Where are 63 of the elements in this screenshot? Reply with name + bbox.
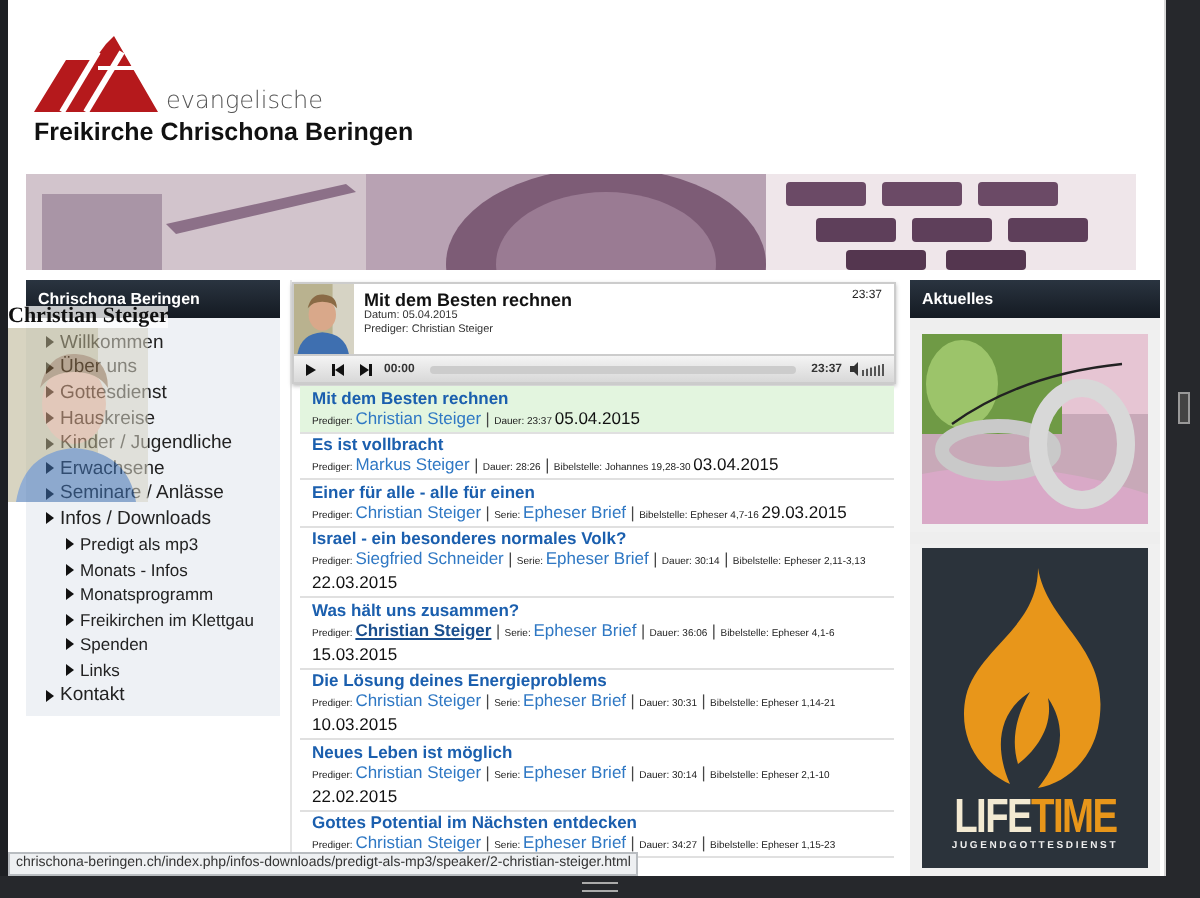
triangle-bullet-icon: [66, 588, 74, 601]
triangle-bullet-icon: [66, 664, 74, 677]
triangle-bullet-icon: [46, 689, 54, 702]
play-button[interactable]: [302, 363, 320, 375]
sermon-title[interactable]: Was hält uns zusammen?: [312, 599, 886, 619]
sermon-title[interactable]: Neues Leben ist möglich: [312, 741, 886, 761]
tooltip-name: Christian Steiger: [8, 306, 169, 328]
meta-link[interactable]: Epheser Brief: [545, 548, 649, 568]
nav-link[interactable]: Hauskreise: [26, 405, 280, 431]
sermon-title[interactable]: Israel - ein besonderes normales Volk?: [312, 528, 886, 548]
triangle-bullet-icon: [66, 563, 74, 576]
site-name: Freikirche Chrischona Beringen: [32, 118, 416, 146]
meta-link[interactable]: Christian Steiger: [355, 501, 482, 521]
triangle-bullet-icon: [46, 361, 54, 374]
nav-link[interactable]: Monats - Infos: [26, 556, 280, 582]
triangle-bullet-icon: [46, 462, 54, 475]
nav-link[interactable]: Freikirchen im Klettgau: [26, 607, 280, 633]
meta-link[interactable]: Christian Steiger: [355, 761, 482, 781]
sermon-title[interactable]: Einer für alle - alle für einen: [312, 481, 886, 501]
triangle-bullet-icon: [46, 386, 54, 399]
meta-link[interactable]: Siegfried Schneider: [355, 548, 504, 568]
resize-grip-icon[interactable]: [582, 882, 618, 892]
lifetime-logo-text: LIFETIME: [953, 796, 1117, 840]
sermon-title[interactable]: Mit dem Besten rechnen: [312, 387, 886, 407]
nav-link[interactable]: Monatsprogramm: [26, 581, 280, 608]
nav-link[interactable]: Infos / Downloads: [26, 506, 280, 532]
nav-link[interactable]: Spenden: [26, 632, 280, 658]
nav-link[interactable]: Kontakt: [26, 682, 280, 708]
meta-link[interactable]: Christian Steiger: [355, 407, 482, 427]
nav-link[interactable]: Willkommen: [26, 330, 280, 356]
triangle-bullet-icon: [66, 638, 74, 651]
meta-link[interactable]: Markus Steiger: [355, 454, 470, 474]
logo-icon: [34, 36, 158, 112]
previous-button[interactable]: [328, 363, 348, 375]
triangle-bullet-icon: [46, 336, 54, 349]
volume-icon[interactable]: [850, 362, 886, 376]
triangle-bullet-icon: [46, 487, 54, 500]
meta-link[interactable]: Epheser Brief: [523, 690, 627, 710]
triangle-bullet-icon: [46, 437, 54, 450]
triangle-bullet-icon: [46, 512, 54, 525]
meta-link[interactable]: Epheser Brief: [523, 832, 627, 852]
meta-link[interactable]: Epheser Brief: [523, 761, 627, 781]
meta-link[interactable]: Epheser Brief: [533, 619, 637, 639]
triangle-bullet-icon: [66, 613, 74, 626]
meta-link[interactable]: Christian Steiger: [355, 690, 482, 710]
triangle-bullet-icon: [46, 412, 54, 425]
next-button[interactable]: [356, 363, 376, 375]
nav-link[interactable]: Gottesdienst: [26, 380, 280, 406]
nav-link[interactable]: Links: [26, 657, 280, 683]
nav-link[interactable]: Über uns: [26, 355, 280, 381]
sermon-title[interactable]: Es ist vollbracht: [312, 434, 886, 454]
sermon-title[interactable]: Gottes Potential im Nächsten entdecken: [312, 812, 886, 832]
logo-tagline: evangelische: [166, 86, 324, 114]
nav-link[interactable]: Seminare / Anlässe: [26, 481, 280, 507]
meta-link[interactable]: Christian Steiger: [355, 832, 482, 852]
sermon-title[interactable]: Die Lösung deines Energieproblems: [312, 670, 886, 690]
meta-link[interactable]: Epheser Brief: [523, 501, 627, 521]
nav-link[interactable]: Predigt als mp3: [26, 531, 280, 557]
triangle-bullet-icon: [66, 538, 74, 551]
sidebar-title: Aktuelles: [910, 280, 1160, 318]
meta-link[interactable]: Christian Steiger: [355, 619, 492, 639]
player-title: Mit dem Besten rechnen: [364, 290, 573, 310]
resize-grip-icon[interactable]: [1177, 392, 1189, 424]
